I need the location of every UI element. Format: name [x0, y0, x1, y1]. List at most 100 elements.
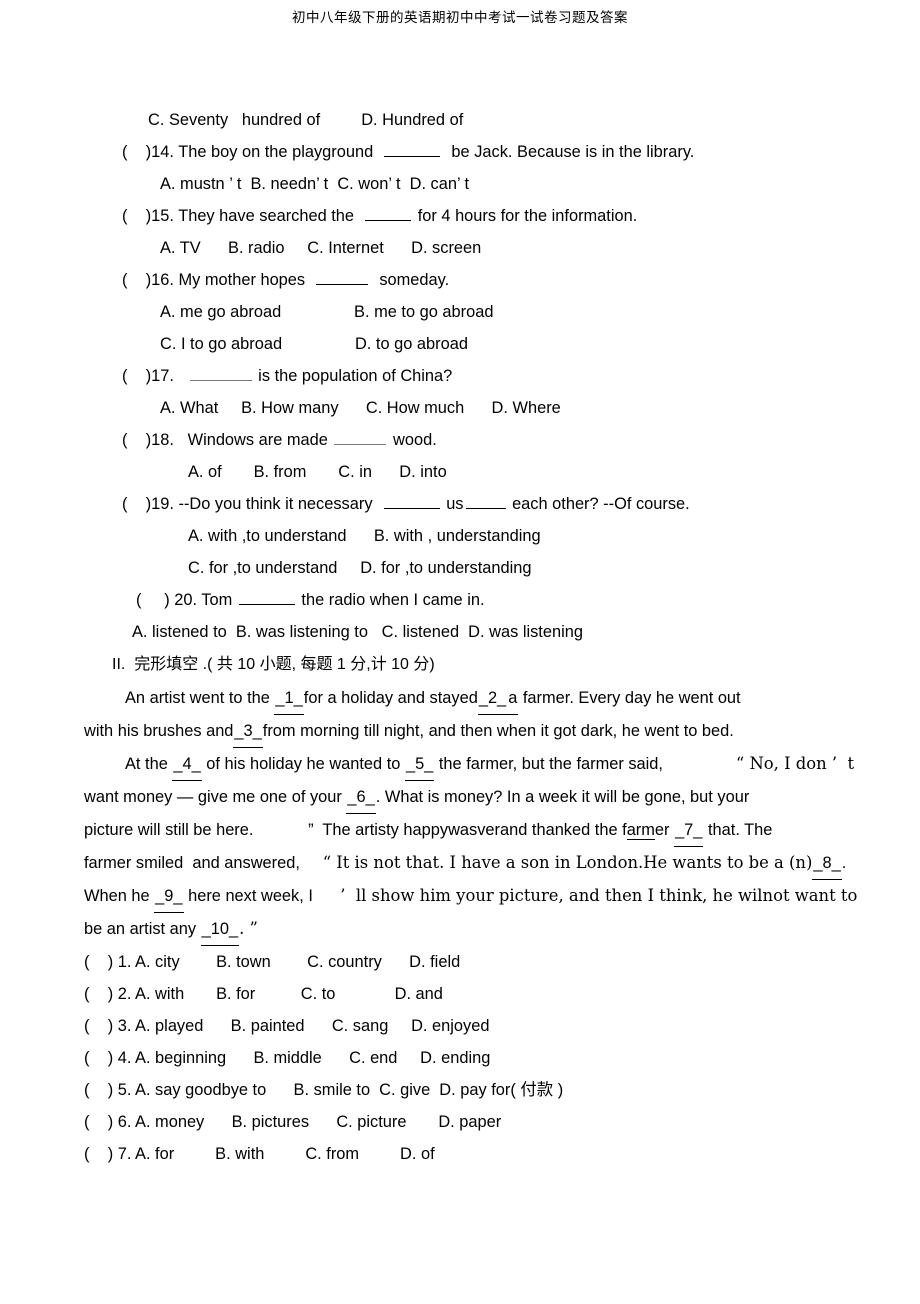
passage-text: When he	[84, 887, 155, 905]
cloze-answer-text: ) 1. A. city B. town C. country D. field	[107, 953, 461, 971]
cloze-answer-text: ) 2. A. with B. for C. to D. and	[107, 985, 443, 1003]
passage-text: that. The	[703, 821, 773, 839]
cloze-gap-3: _3_	[233, 715, 263, 748]
cloze-gap-5: _5_	[404, 748, 435, 781]
question-19-text-after: each other? --Of course.	[512, 495, 690, 513]
question-18-text-after: wood.	[393, 431, 437, 449]
passage-paragraph-2-line-3: picture will still be here. ” The artist…	[0, 814, 920, 847]
passage-paragraph-1-line-2: with his brushes and_3_from morning till…	[0, 715, 920, 748]
cloze-answer-row-5: ( ) 5. A. say goodbye to B. smile to C. …	[0, 1074, 920, 1106]
question-15-options: A. TV B. radio C. Internet D. screen	[160, 239, 482, 257]
question-16-blank	[316, 270, 369, 285]
passage-underlined-fragment: arm	[626, 821, 655, 840]
question-14-text-after: be Jack. Because is in the library.	[451, 143, 695, 161]
question-19-text-mid: us	[446, 495, 464, 513]
question-18-text-before: )18. Windows are made	[145, 431, 328, 449]
answer-paren-open: (	[84, 1049, 90, 1067]
passage-text: At the	[125, 755, 173, 773]
question-18-options: A. of B. from C. in D. into	[188, 463, 447, 481]
passage-paragraph-2-line-4: farmer smiled and answered, “ It is not …	[0, 847, 920, 880]
cloze-answer-row-3: ( ) 3. A. played B. painted C. sang D. e…	[0, 1010, 920, 1042]
question-16-options-line-2: C. I to go abroad D. to go abroad	[160, 335, 468, 353]
cloze-answer-row-2: ( ) 2. A. with B. for C. to D. and	[0, 978, 920, 1010]
question-14-options: A. mustn ’ t B. needn’ t C. won’ t D. ca…	[160, 175, 470, 193]
question-16-text-before: )16. My mother hopes	[145, 271, 306, 289]
cloze-gap-1: _1_	[274, 682, 304, 715]
question-19-stem: ( )19. --Do you think it necessary us ea…	[0, 488, 920, 520]
question-20-stem: ( ) 20. Tom the radio when I came in.	[0, 584, 920, 616]
answer-paren-open: (	[84, 1081, 90, 1099]
cloze-gap-10: _10_	[200, 913, 240, 946]
answer-paren-open: (	[84, 985, 90, 1003]
question-20-text-before: ) 20. Tom	[164, 591, 233, 609]
passage-text: want money — give me one of your	[84, 788, 347, 806]
cloze-gap-7: _7_	[674, 814, 704, 847]
cloze-answer-row-1: ( ) 1. A. city B. town C. country D. fie…	[0, 946, 920, 978]
passage-text: An artist went to the	[125, 689, 275, 707]
question-19-blank-2	[465, 494, 506, 509]
cloze-gap-9: _9_	[154, 880, 184, 913]
question-18-stem: ( )18. Windows are made wood.	[0, 424, 920, 456]
question-17-blank	[189, 366, 252, 381]
question-19-text-before: )19. --Do you think it necessary	[145, 495, 373, 513]
question-16-options-line-1: A. me go abroad B. me to go abroad	[160, 303, 494, 321]
cloze-gap-4: _4_	[172, 748, 202, 781]
passage-text: picture will still be here.	[84, 821, 254, 839]
passage-text-a: a	[507, 682, 519, 715]
passage-text: ” The artisty happywasverand thanked the…	[308, 821, 627, 839]
question-16-text-after: someday.	[379, 271, 450, 289]
passage-paragraph-1-line-1: An artist went to the _1_for a holiday a…	[0, 682, 920, 715]
question-19-options-line-2: C. for ,to understand D. for ,to underst…	[188, 559, 532, 577]
passage-paragraph-2-line-5: When he _9_ here next week, I ’ ll show …	[0, 880, 920, 913]
passage-text: of his holiday he wanted to	[201, 755, 405, 773]
passage-text: with his brushes and	[84, 722, 234, 740]
question-20-text-after: the radio when I came in.	[301, 591, 485, 609]
answer-paren-open: (	[122, 495, 128, 513]
document-body: C. Seventy hundred of D. Hundred of ( )1…	[0, 104, 920, 1170]
question-18-blank	[334, 430, 387, 445]
carryover-options-line: C. Seventy hundred of D. Hundred of	[0, 104, 920, 136]
question-15-stem: ( )15. They have searched the for 4 hour…	[0, 200, 920, 232]
question-14-text-before: )14. The boy on the playground	[145, 143, 374, 161]
answer-paren-open: (	[122, 207, 128, 225]
question-14-blank	[384, 142, 441, 157]
passage-text: er	[654, 821, 675, 839]
passage-text: from morning till night, and then when i…	[262, 722, 734, 740]
question-17-options: A. What B. How many C. How much D. Where	[160, 399, 561, 417]
cloze-answer-text: ) 4. A. beginning B. middle C. end D. en…	[107, 1049, 491, 1067]
question-20-blank	[238, 590, 295, 605]
passage-text: .	[841, 854, 847, 872]
cloze-answer-row-4: ( ) 4. A. beginning B. middle C. end D. …	[0, 1042, 920, 1074]
document-header-title: 初中八年级下册的英语期初中中考试一试卷习题及答案	[292, 10, 628, 26]
cloze-gap-2: _2_	[477, 682, 508, 715]
answer-paren-open: (	[84, 953, 90, 971]
question-15-text-after: for 4 hours for the information.	[417, 207, 638, 225]
question-16-stem: ( )16. My mother hopes someday.	[0, 264, 920, 296]
question-19-blank-1	[383, 494, 440, 509]
cloze-gap-6: _6_	[346, 781, 376, 814]
answer-paren-open: (	[84, 1017, 90, 1035]
question-17-text-after: is the population of China?	[258, 367, 453, 385]
passage-paragraph-2-line-1: At the _4_ of his holiday he wanted to _…	[0, 748, 920, 781]
carryover-option-c: C. Seventy hundred of	[148, 111, 321, 129]
cloze-answer-text: ) 7. A. for B. with C. from D. of	[107, 1145, 435, 1163]
question-15-blank	[365, 206, 412, 221]
carryover-option-d: D. Hundred of	[361, 111, 464, 129]
cloze-answer-text: ) 3. A. played B. painted C. sang D. enj…	[107, 1017, 490, 1035]
passage-text: for a holiday and stayed	[303, 689, 478, 707]
question-17-text-before: )17.	[145, 367, 174, 385]
question-17-stem: ( )17. is the population of China?	[0, 360, 920, 392]
cloze-answer-row-7: ( ) 7. A. for B. with C. from D. of	[0, 1138, 920, 1170]
passage-text: here next week, I	[183, 887, 313, 905]
passage-paragraph-2-line-6: be an artist any _10_. ”	[0, 913, 920, 946]
answer-paren-open: (	[122, 143, 128, 161]
answer-paren-open: (	[84, 1113, 90, 1131]
answer-paren-open: (	[122, 431, 128, 449]
question-14-stem: ( )14. The boy on the playground be Jack…	[0, 136, 920, 168]
answer-paren-open: (	[136, 591, 142, 609]
section-two-heading: II. 完形填空 .( 共 10 小题, 每题 1 分,计 10 分)	[112, 656, 435, 673]
passage-quote-open: “ No, I don ’ t	[735, 754, 855, 773]
answer-paren-open: (	[84, 1145, 90, 1163]
passage-text: farmer. Every day he went out	[518, 689, 741, 707]
question-20-options: A. listened to B. was listening to C. li…	[132, 623, 583, 641]
